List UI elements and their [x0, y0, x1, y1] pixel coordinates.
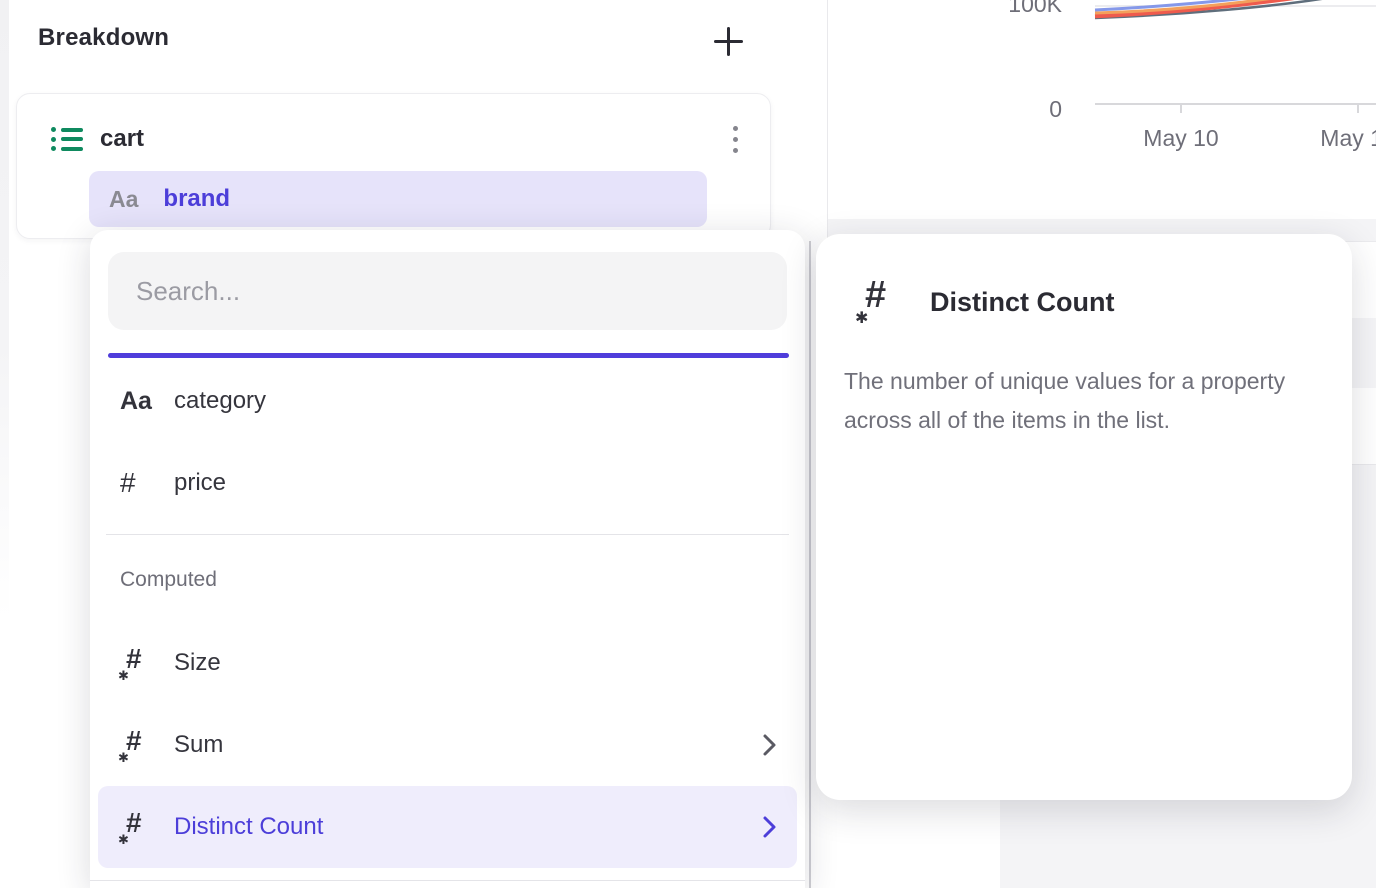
computed-item-size[interactable]: # ✱ Size	[90, 622, 805, 704]
y-tick-label: 100K	[1008, 0, 1062, 17]
section-divider	[106, 534, 789, 535]
plus-icon	[714, 27, 743, 56]
page-left-edge	[0, 0, 9, 620]
search-wrapper	[108, 252, 787, 330]
computed-item-sum[interactable]: # ✱ Sum	[90, 704, 805, 786]
selected-property-label: brand	[163, 185, 230, 213]
group-property-name: cart	[100, 125, 144, 153]
search-input[interactable]	[108, 252, 787, 330]
add-breakdown-button[interactable]	[704, 18, 752, 64]
breakdown-section-title: Breakdown	[38, 24, 169, 52]
computed-number-icon: # ✱	[120, 727, 154, 763]
info-card-description: The number of unique values for a proper…	[844, 362, 1322, 440]
property-list: Aa category # price	[90, 360, 805, 524]
computed-number-icon: # ✱	[120, 809, 154, 845]
info-card-header: # ✱ Distinct Count	[816, 234, 1352, 326]
property-item-category[interactable]: Aa category	[90, 360, 805, 442]
property-item-price[interactable]: # price	[90, 442, 805, 524]
breakdown-group-header[interactable]: cart	[51, 111, 750, 167]
list-bottom-divider	[90, 880, 805, 881]
line-chart: 100K 0 May 10 May 17	[827, 0, 1376, 230]
selected-breakdown-property[interactable]: Aa brand	[89, 171, 707, 227]
x-tick-label: May 17	[1320, 125, 1376, 151]
chevron-right-icon	[762, 733, 777, 757]
active-tab-indicator	[108, 353, 789, 358]
kebab-menu-icon[interactable]	[720, 119, 750, 159]
chevron-right-icon	[762, 815, 777, 839]
computed-section-label: Computed	[120, 568, 805, 592]
info-card-title: Distinct Count	[930, 287, 1114, 318]
property-info-card: # ✱ Distinct Count The number of unique …	[816, 234, 1352, 800]
computed-list: # ✱ Size # ✱ Sum	[90, 622, 805, 868]
text-property-icon: Aa	[120, 387, 152, 416]
x-tick-label: May 10	[1143, 125, 1218, 151]
panel-divider	[809, 241, 811, 888]
computed-number-icon: # ✱	[856, 278, 902, 326]
breakdown-group-card: cart Aa brand	[16, 93, 771, 239]
computed-number-icon: # ✱	[120, 645, 154, 681]
computed-item-distinct-count[interactable]: # ✱ Distinct Count	[98, 786, 797, 868]
insights-screen: 100K 0 May 10 May 17 Breakdown cart Aa b…	[0, 0, 1376, 888]
number-property-icon: #	[120, 467, 136, 499]
list-property-icon	[51, 124, 83, 154]
text-property-icon: Aa	[109, 186, 138, 213]
property-dropdown: Aa category # price Computed # ✱ Size	[90, 230, 805, 888]
y-tick-label: 0	[1049, 96, 1062, 122]
